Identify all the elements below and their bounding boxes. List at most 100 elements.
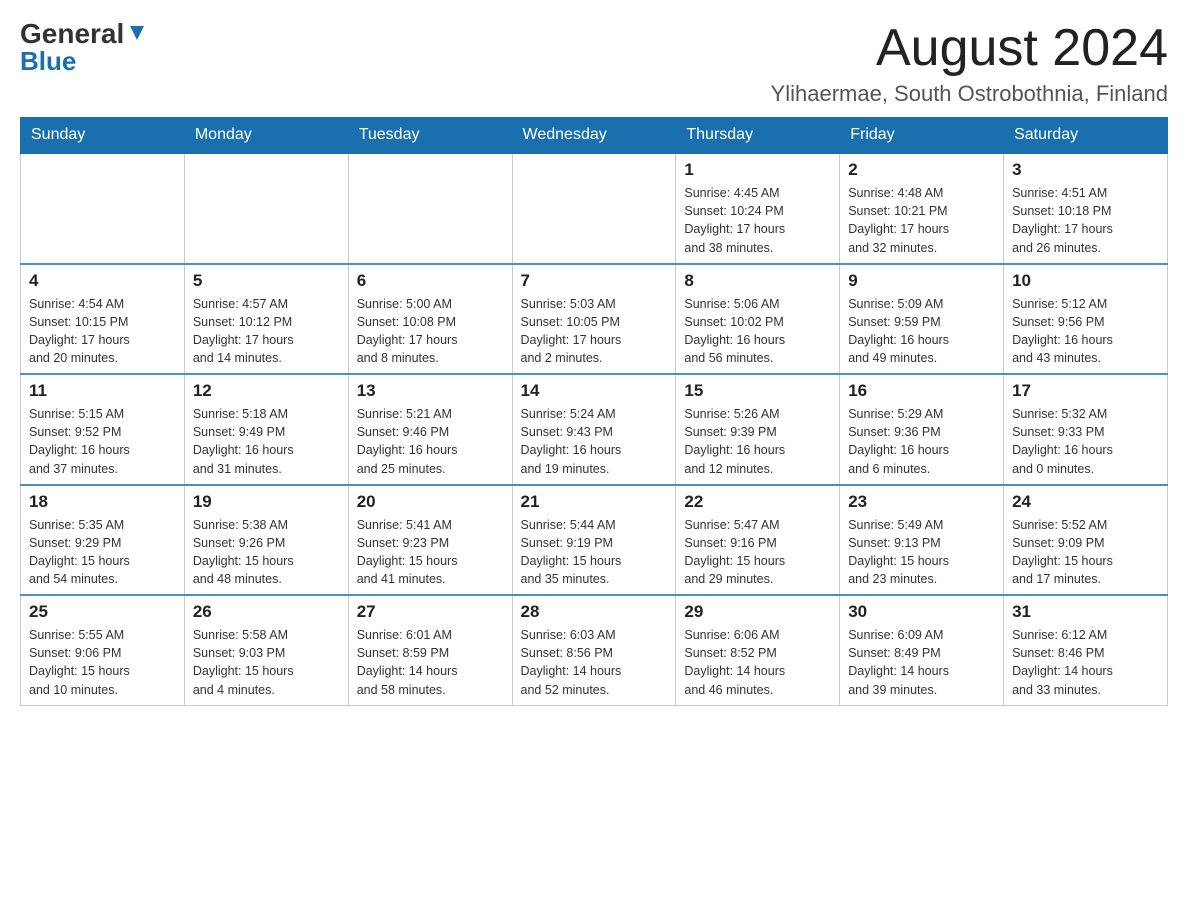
- calendar-cell: 12 Sunrise: 5:18 AM Sunset: 9:49 PM Dayli…: [184, 374, 348, 485]
- day-number: 17: [1012, 381, 1159, 401]
- day-info: Sunrise: 4:51 AM Sunset: 10:18 PM Daylig…: [1012, 184, 1159, 257]
- day-number: 6: [357, 271, 504, 291]
- calendar-cell: 30Sunrise: 6:09 AM Sunset: 8:49 PM Dayli…: [840, 595, 1004, 705]
- calendar-week-row: 25Sunrise: 5:55 AM Sunset: 9:06 PM Dayli…: [21, 595, 1168, 705]
- logo-general: General: [20, 20, 124, 48]
- day-header-saturday: Saturday: [1004, 118, 1168, 154]
- calendar-week-row: 18 Sunrise: 5:35 AM Sunset: 9:29 PM Dayli…: [21, 485, 1168, 596]
- calendar-header-row: SundayMondayTuesdayWednesdayThursdayFrid…: [21, 118, 1168, 154]
- day-header-sunday: Sunday: [21, 118, 185, 154]
- day-info: Sunrise: 4:54 AM Sunset: 10:15 PM Daylig…: [29, 295, 176, 368]
- calendar-cell: [348, 153, 512, 264]
- day-number: 12: [193, 381, 340, 401]
- day-info: Sunrise: 5:26 AM Sunset: 9:39 PM Dayligh…: [684, 405, 831, 478]
- calendar-cell: 26 Sunrise: 5:58 AM Sunset: 9:03 PM Dayli…: [184, 595, 348, 705]
- day-number: 30: [848, 602, 995, 622]
- day-info: Sunrise: 5:00 AM Sunset: 10:08 PM Daylig…: [357, 295, 504, 368]
- day-info: Sunrise: 5:12 AM Sunset: 9:56 PM Dayligh…: [1012, 295, 1159, 368]
- logo: General Blue: [20, 20, 148, 77]
- day-header-thursday: Thursday: [676, 118, 840, 154]
- title-area: August 2024 Ylihaermae, South Ostrobothn…: [771, 20, 1168, 107]
- day-info: Sunrise: 5:18 AM Sunset: 9:49 PM Dayligh…: [193, 405, 340, 478]
- calendar-cell: [512, 153, 676, 264]
- day-number: 25: [29, 602, 176, 622]
- calendar-cell: 21 Sunrise: 5:44 AM Sunset: 9:19 PM Dayli…: [512, 485, 676, 596]
- day-number: 14: [521, 381, 668, 401]
- day-info: Sunrise: 5:35 AM Sunset: 9:29 PM Dayligh…: [29, 516, 176, 589]
- day-number: 21: [521, 492, 668, 512]
- calendar-cell: 25Sunrise: 5:55 AM Sunset: 9:06 PM Dayli…: [21, 595, 185, 705]
- day-info: Sunrise: 5:15 AM Sunset: 9:52 PM Dayligh…: [29, 405, 176, 478]
- calendar-week-row: 11Sunrise: 5:15 AM Sunset: 9:52 PM Dayli…: [21, 374, 1168, 485]
- day-number: 8: [684, 271, 831, 291]
- calendar-cell: [21, 153, 185, 264]
- day-info: Sunrise: 6:03 AM Sunset: 8:56 PM Dayligh…: [521, 626, 668, 699]
- day-info: Sunrise: 5:38 AM Sunset: 9:26 PM Dayligh…: [193, 516, 340, 589]
- day-number: 19: [193, 492, 340, 512]
- calendar-cell: 4 Sunrise: 4:54 AM Sunset: 10:15 PM Dayli…: [21, 264, 185, 375]
- logo-blue: Blue: [20, 46, 76, 77]
- day-number: 4: [29, 271, 176, 291]
- calendar-cell: 28Sunrise: 6:03 AM Sunset: 8:56 PM Dayli…: [512, 595, 676, 705]
- day-info: Sunrise: 6:12 AM Sunset: 8:46 PM Dayligh…: [1012, 626, 1159, 699]
- day-number: 31: [1012, 602, 1159, 622]
- day-number: 13: [357, 381, 504, 401]
- calendar-week-row: 4 Sunrise: 4:54 AM Sunset: 10:15 PM Dayli…: [21, 264, 1168, 375]
- day-info: Sunrise: 5:44 AM Sunset: 9:19 PM Dayligh…: [521, 516, 668, 589]
- day-number: 20: [357, 492, 504, 512]
- day-number: 22: [684, 492, 831, 512]
- day-info: Sunrise: 5:09 AM Sunset: 9:59 PM Dayligh…: [848, 295, 995, 368]
- calendar-cell: 15 Sunrise: 5:26 AM Sunset: 9:39 PM Dayli…: [676, 374, 840, 485]
- day-number: 3: [1012, 160, 1159, 180]
- calendar-cell: 27Sunrise: 6:01 AM Sunset: 8:59 PM Dayli…: [348, 595, 512, 705]
- calendar-cell: 29 Sunrise: 6:06 AM Sunset: 8:52 PM Dayli…: [676, 595, 840, 705]
- calendar-cell: 11Sunrise: 5:15 AM Sunset: 9:52 PM Dayli…: [21, 374, 185, 485]
- day-header-friday: Friday: [840, 118, 1004, 154]
- calendar-cell: 19 Sunrise: 5:38 AM Sunset: 9:26 PM Dayli…: [184, 485, 348, 596]
- calendar-cell: 7 Sunrise: 5:03 AM Sunset: 10:05 PM Dayli…: [512, 264, 676, 375]
- location-title: Ylihaermae, South Ostrobothnia, Finland: [771, 81, 1168, 107]
- calendar-cell: 16Sunrise: 5:29 AM Sunset: 9:36 PM Dayli…: [840, 374, 1004, 485]
- day-number: 18: [29, 492, 176, 512]
- day-info: Sunrise: 5:41 AM Sunset: 9:23 PM Dayligh…: [357, 516, 504, 589]
- day-number: 5: [193, 271, 340, 291]
- calendar-cell: 20 Sunrise: 5:41 AM Sunset: 9:23 PM Dayli…: [348, 485, 512, 596]
- calendar-cell: 9 Sunrise: 5:09 AM Sunset: 9:59 PM Daylig…: [840, 264, 1004, 375]
- calendar-cell: 5 Sunrise: 4:57 AM Sunset: 10:12 PM Dayli…: [184, 264, 348, 375]
- calendar-week-row: 1 Sunrise: 4:45 AM Sunset: 10:24 PM Dayli…: [21, 153, 1168, 264]
- day-number: 29: [684, 602, 831, 622]
- day-number: 1: [684, 160, 831, 180]
- day-info: Sunrise: 5:52 AM Sunset: 9:09 PM Dayligh…: [1012, 516, 1159, 589]
- logo-triangle-icon: [126, 22, 148, 44]
- day-number: 9: [848, 271, 995, 291]
- day-number: 15: [684, 381, 831, 401]
- day-header-monday: Monday: [184, 118, 348, 154]
- calendar-cell: 8 Sunrise: 5:06 AM Sunset: 10:02 PM Dayli…: [676, 264, 840, 375]
- calendar-cell: 31 Sunrise: 6:12 AM Sunset: 8:46 PM Dayli…: [1004, 595, 1168, 705]
- day-info: Sunrise: 4:45 AM Sunset: 10:24 PM Daylig…: [684, 184, 831, 257]
- day-info: Sunrise: 5:47 AM Sunset: 9:16 PM Dayligh…: [684, 516, 831, 589]
- calendar-cell: 14 Sunrise: 5:24 AM Sunset: 9:43 PM Dayli…: [512, 374, 676, 485]
- calendar-cell: 23Sunrise: 5:49 AM Sunset: 9:13 PM Dayli…: [840, 485, 1004, 596]
- calendar-cell: 2 Sunrise: 4:48 AM Sunset: 10:21 PM Dayli…: [840, 153, 1004, 264]
- calendar: SundayMondayTuesdayWednesdayThursdayFrid…: [20, 117, 1168, 706]
- day-info: Sunrise: 4:48 AM Sunset: 10:21 PM Daylig…: [848, 184, 995, 257]
- calendar-cell: 1 Sunrise: 4:45 AM Sunset: 10:24 PM Dayli…: [676, 153, 840, 264]
- day-info: Sunrise: 4:57 AM Sunset: 10:12 PM Daylig…: [193, 295, 340, 368]
- day-number: 27: [357, 602, 504, 622]
- day-info: Sunrise: 5:21 AM Sunset: 9:46 PM Dayligh…: [357, 405, 504, 478]
- day-info: Sunrise: 5:32 AM Sunset: 9:33 PM Dayligh…: [1012, 405, 1159, 478]
- day-info: Sunrise: 6:06 AM Sunset: 8:52 PM Dayligh…: [684, 626, 831, 699]
- calendar-cell: 22 Sunrise: 5:47 AM Sunset: 9:16 PM Dayli…: [676, 485, 840, 596]
- day-number: 23: [848, 492, 995, 512]
- day-info: Sunrise: 5:06 AM Sunset: 10:02 PM Daylig…: [684, 295, 831, 368]
- day-number: 2: [848, 160, 995, 180]
- calendar-cell: 17 Sunrise: 5:32 AM Sunset: 9:33 PM Dayli…: [1004, 374, 1168, 485]
- day-info: Sunrise: 5:03 AM Sunset: 10:05 PM Daylig…: [521, 295, 668, 368]
- day-number: 7: [521, 271, 668, 291]
- day-info: Sunrise: 5:58 AM Sunset: 9:03 PM Dayligh…: [193, 626, 340, 699]
- day-info: Sunrise: 5:24 AM Sunset: 9:43 PM Dayligh…: [521, 405, 668, 478]
- day-info: Sunrise: 5:29 AM Sunset: 9:36 PM Dayligh…: [848, 405, 995, 478]
- header: General Blue August 2024 Ylihaermae, Sou…: [20, 20, 1168, 107]
- day-number: 26: [193, 602, 340, 622]
